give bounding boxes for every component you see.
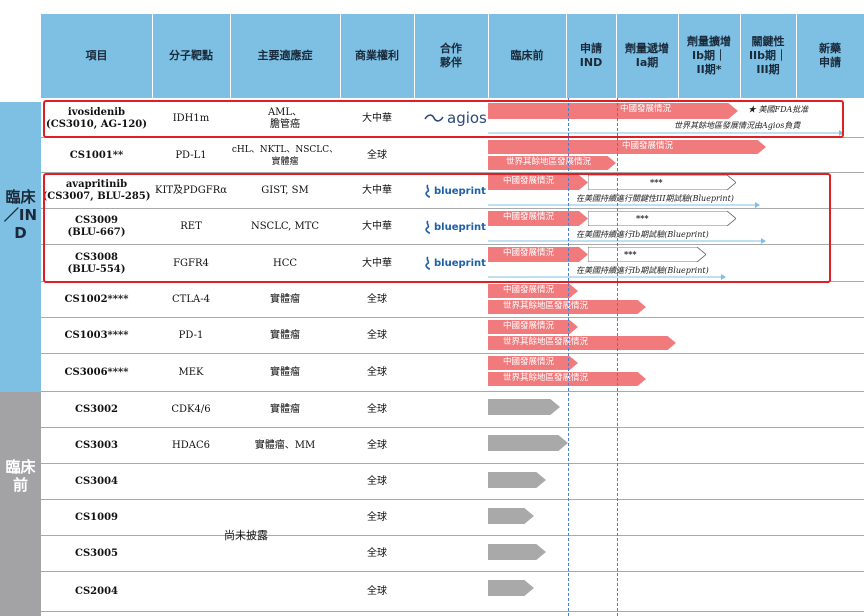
header-col-2: 主要適應症 xyxy=(257,49,313,62)
row-rights: 全球 xyxy=(367,512,387,523)
row-indication xyxy=(230,464,340,500)
row-name: CS1001** xyxy=(69,149,124,161)
bar-cs1003-world-label: 世界其餘地區發展情況 xyxy=(503,337,589,347)
sidebar-label-preclinical: 臨床前 xyxy=(5,458,36,494)
row-target: CTLA-4 xyxy=(172,294,210,305)
row-rights: 全球 xyxy=(367,586,387,597)
row-indication: 實體瘤 xyxy=(270,404,300,415)
header-col-4: 合作 夥伴 xyxy=(440,42,462,69)
header-separator xyxy=(678,14,679,98)
row-indication: cHL、NKTL、NSCLC、 實體瘤 xyxy=(231,144,339,167)
header-separator xyxy=(566,14,567,98)
bar-cs1003-china-label: 中國發展情況 xyxy=(503,321,555,331)
bar-cs1001-china-label: 中國發展情況 xyxy=(622,141,674,151)
header-col-7: 劑量遞增 Ia期 xyxy=(625,42,669,69)
bar-cs3003-preclinical xyxy=(488,435,568,451)
row-rights: 全球 xyxy=(367,367,387,378)
header-col-8: 劑量擴增 Ib期｜ II期* xyxy=(687,35,731,76)
header-separator xyxy=(414,14,415,98)
row-indication: 實體瘤 xyxy=(270,330,300,341)
row-name: CS2004 xyxy=(74,586,118,597)
header-separator xyxy=(488,14,489,98)
row-target: PD-1 xyxy=(178,330,204,341)
row-indication: 實體瘤 xyxy=(270,294,300,305)
header-separator xyxy=(230,14,231,98)
header-separator xyxy=(152,14,153,98)
row-name: CS3006**** xyxy=(64,367,129,378)
row-name: CS1002**** xyxy=(64,294,129,305)
header-col-5: 臨床前 xyxy=(510,49,544,62)
bar-cs2004-preclinical xyxy=(488,580,534,596)
header-col-9: 關鍵性 IIb期｜ III期 xyxy=(748,35,788,76)
row-rights: 全球 xyxy=(367,149,387,161)
row-indication xyxy=(230,572,340,612)
row-name: CS3003 xyxy=(74,440,118,451)
row-target: MEK xyxy=(178,367,204,378)
highlight-box-blueprint xyxy=(43,173,831,283)
header-separator xyxy=(616,14,617,98)
row-rights: 全球 xyxy=(367,548,387,559)
sidebar-label-clinical: 臨床／IND xyxy=(3,188,38,242)
row-name: CS3005 xyxy=(74,548,118,559)
bar-cs1002-world-label: 世界其餘地區發展情況 xyxy=(503,301,589,311)
header-col-1: 分子靶點 xyxy=(169,49,213,62)
header-col-3: 商業權利 xyxy=(355,49,399,62)
row-rights: 全球 xyxy=(367,440,387,451)
bar-cs1009-preclinical xyxy=(488,508,534,524)
row-rights: 全球 xyxy=(367,476,387,487)
bar-cs3005-preclinical xyxy=(488,544,546,560)
highlight-box-agios xyxy=(43,100,844,138)
row-name: CS1003**** xyxy=(64,330,129,341)
undisclosed-label: 尚未披露 xyxy=(224,529,268,542)
bar-cs1001-world-label: 世界其餘地區發展情況 xyxy=(506,157,592,167)
row-rights: 全球 xyxy=(367,294,387,305)
bar-cs3006-world-label: 世界其餘地區發展情況 xyxy=(503,373,589,383)
header-separator xyxy=(740,14,741,98)
row-rights: 全球 xyxy=(367,404,387,415)
row-rights: 全球 xyxy=(367,330,387,341)
row-target xyxy=(152,464,230,500)
header-separator xyxy=(796,14,797,98)
sidebar-clinical xyxy=(0,102,41,392)
row-indication: 實體瘤 xyxy=(270,367,300,378)
pipeline-table: 項目 分子靶點 主要適應症 商業權利 合作 夥伴 臨床前 申請 IND 劑量遞增 Ia期 劑量擴… xyxy=(0,0,864,616)
bar-cs1002-china-label: 中國發展情況 xyxy=(503,285,555,295)
header-col-0: 項目 xyxy=(85,49,108,62)
bar-cs3004-preclinical xyxy=(488,472,546,488)
header-col-10: 新藥 申請 xyxy=(819,42,841,69)
sidebar-preclinical xyxy=(0,392,41,616)
header-col-6: 申請 IND xyxy=(579,42,603,69)
row-indication: 實體瘤、MM xyxy=(254,440,316,451)
bar-cs3006-china-label: 中國發展情況 xyxy=(503,357,555,367)
header-separator xyxy=(340,14,341,98)
row-name: CS3002 xyxy=(74,404,118,415)
row-target: HDAC6 xyxy=(172,440,210,451)
row-target xyxy=(152,572,230,612)
row-name: CS3004 xyxy=(74,476,118,487)
row-name: CS1009 xyxy=(74,512,118,523)
row-target: PD-L1 xyxy=(175,149,207,161)
row-target: CDK4/6 xyxy=(171,404,211,415)
bar-cs3002-preclinical xyxy=(488,399,560,415)
